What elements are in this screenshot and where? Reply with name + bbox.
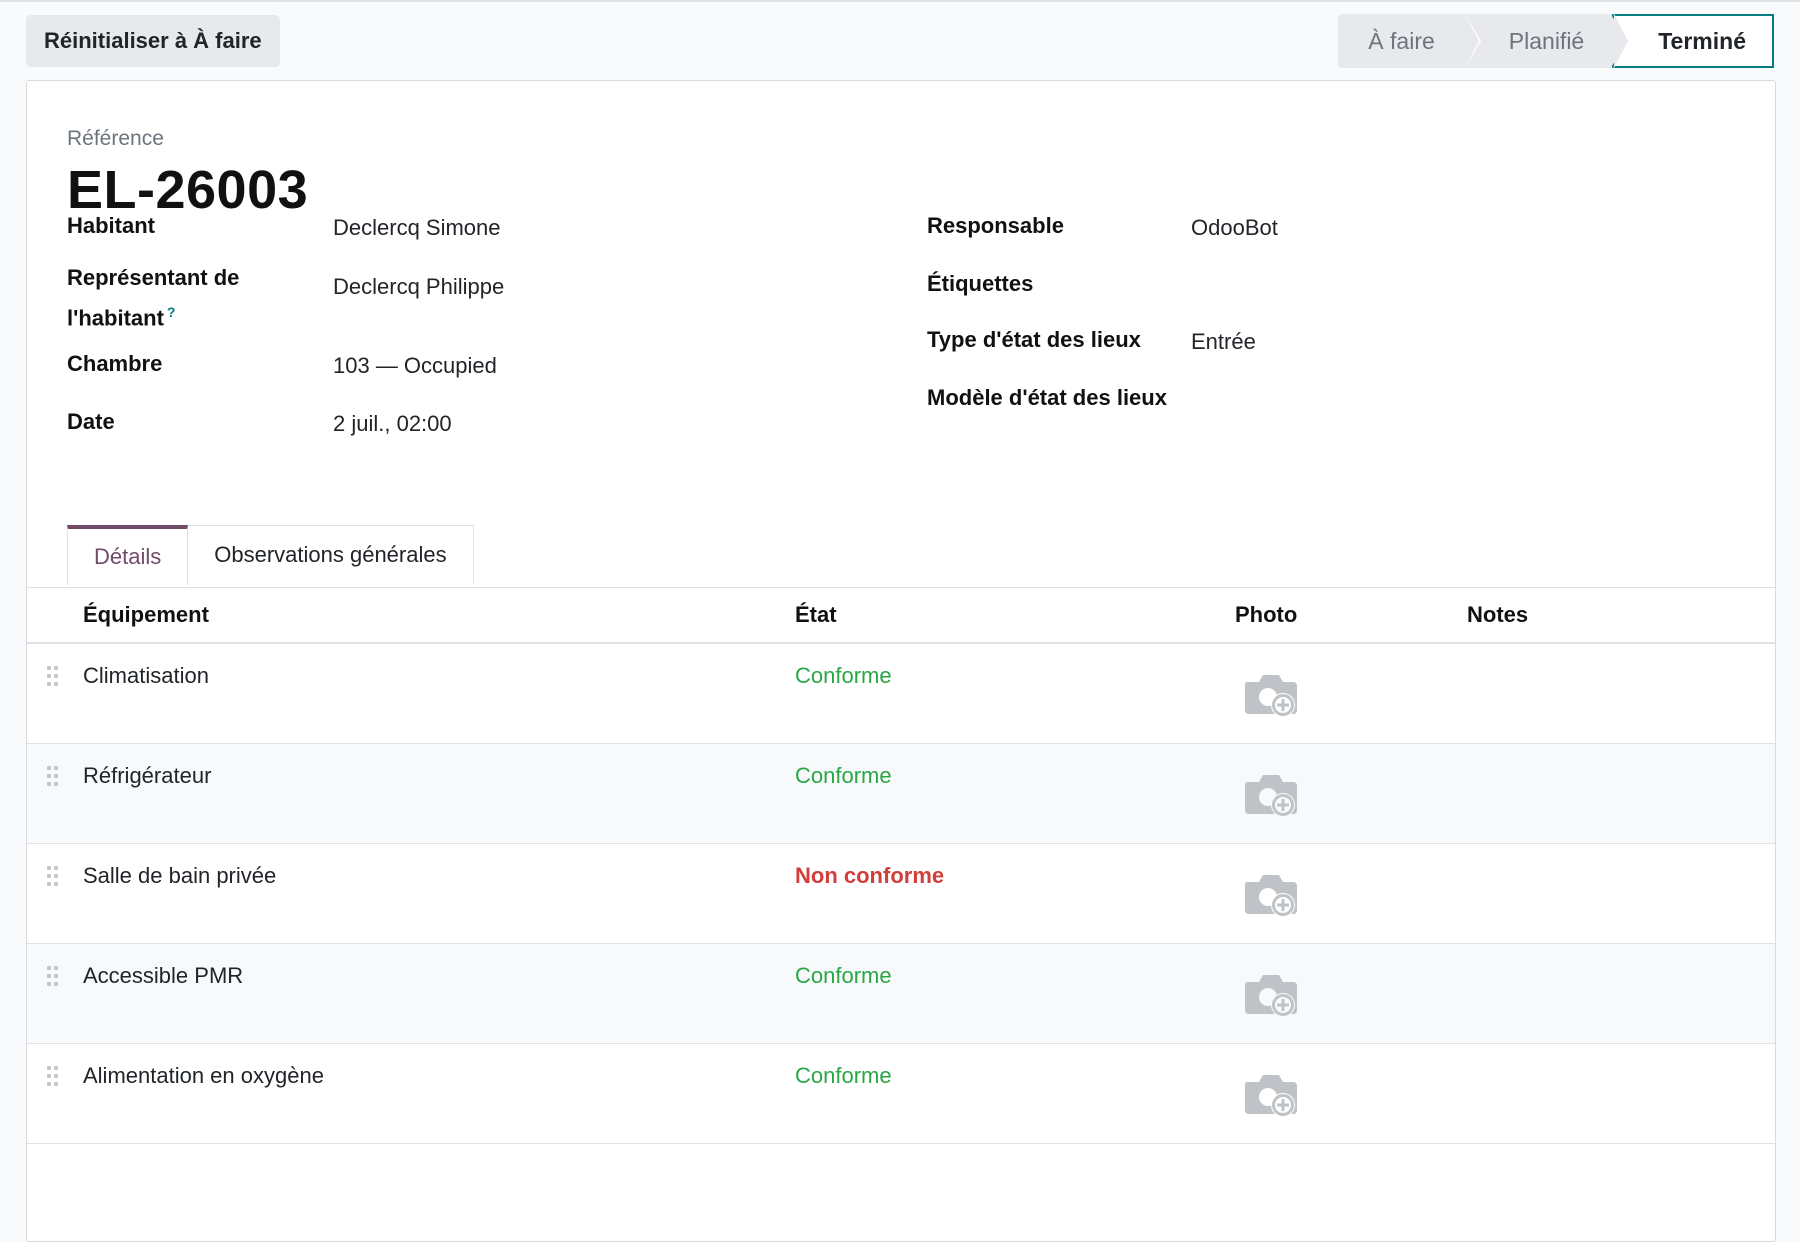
- date-label: Date: [67, 409, 115, 434]
- stage-label: Planifié: [1508, 27, 1585, 54]
- equipement-cell[interactable]: Salle de bain privée: [83, 858, 276, 894]
- equipement-cell[interactable]: Climatisation: [83, 658, 209, 694]
- stage-a-faire[interactable]: À faire: [1338, 14, 1481, 68]
- stage-termine[interactable]: Terminé: [1612, 14, 1774, 68]
- etat-cell[interactable]: Conforme: [795, 758, 892, 794]
- representant-field[interactable]: Declercq Philippe: [333, 270, 504, 304]
- modele-field[interactable]: [1191, 381, 1391, 415]
- etiquettes-field[interactable]: [1191, 267, 1391, 301]
- column-photo[interactable]: Photo: [1235, 588, 1297, 642]
- camera-add-icon[interactable]: [1241, 668, 1301, 720]
- type-field[interactable]: Entrée: [1191, 325, 1256, 359]
- camera-add-icon[interactable]: [1241, 868, 1301, 920]
- drag-handle-icon[interactable]: [47, 866, 59, 888]
- help-tooltip-icon[interactable]: ?: [167, 304, 176, 320]
- stage-label: Terminé: [1658, 27, 1746, 54]
- representant-label-line1: Représentant de: [67, 265, 240, 290]
- tab-observations[interactable]: Observations générales: [188, 525, 474, 584]
- camera-add-icon[interactable]: [1241, 968, 1301, 1020]
- table-header: Équipement État Photo Notes: [27, 588, 1775, 642]
- date-field[interactable]: 2 juil., 02:00: [333, 407, 452, 441]
- notebook-tabs: Détails Observations générales: [67, 525, 474, 585]
- habitant-label: Habitant: [67, 213, 155, 238]
- drag-handle-icon[interactable]: [47, 966, 59, 988]
- reset-to-todo-button[interactable]: Réinitialiser à À faire: [26, 15, 280, 67]
- table-row[interactable]: Accessible PMR Conforme: [27, 944, 1775, 1044]
- stage-planifie[interactable]: Planifié: [1464, 14, 1631, 68]
- status-bar: À faire Planifié Terminé: [1338, 14, 1774, 68]
- equipement-cell[interactable]: Alimentation en oxygène: [83, 1058, 324, 1094]
- responsable-field[interactable]: OdooBot: [1191, 211, 1278, 245]
- modele-label: Modèle d'état des lieux: [927, 385, 1167, 410]
- table-row[interactable]: Réfrigérateur Conforme: [27, 744, 1775, 844]
- responsable-label: Responsable: [927, 213, 1064, 238]
- etat-cell[interactable]: Conforme: [795, 658, 892, 694]
- drag-handle-icon[interactable]: [47, 666, 59, 688]
- drag-handle-icon[interactable]: [47, 1066, 59, 1088]
- representant-label: Représentant de l'habitant?: [67, 261, 239, 335]
- table-row[interactable]: Climatisation Conforme: [27, 644, 1775, 744]
- form-sheet: Référence EL-26003 Habitant Declercq Sim…: [26, 80, 1776, 1242]
- etiquettes-label: Étiquettes: [927, 271, 1034, 296]
- representant-label-line2: l'habitant: [67, 305, 164, 331]
- chambre-field[interactable]: 103 — Occupied: [333, 349, 497, 383]
- equipement-cell[interactable]: Accessible PMR: [83, 958, 243, 994]
- etat-cell[interactable]: Conforme: [795, 958, 892, 994]
- equipement-cell[interactable]: Réfrigérateur: [83, 758, 211, 794]
- top-border: [0, 0, 1800, 2]
- tab-details[interactable]: Détails: [67, 525, 189, 585]
- camera-add-icon[interactable]: [1241, 1068, 1301, 1120]
- chambre-label: Chambre: [67, 351, 163, 376]
- stage-label: À faire: [1368, 27, 1435, 54]
- etat-cell[interactable]: Non conforme: [795, 858, 944, 894]
- etat-cell[interactable]: Conforme: [795, 1058, 892, 1094]
- reference-label: Référence: [67, 127, 164, 150]
- table-row[interactable]: Alimentation en oxygène Conforme: [27, 1044, 1775, 1144]
- column-etat[interactable]: État: [795, 588, 837, 642]
- habitant-field[interactable]: Declercq Simone: [333, 211, 501, 245]
- table-row[interactable]: Salle de bain privée Non conforme: [27, 844, 1775, 944]
- camera-add-icon[interactable]: [1241, 768, 1301, 820]
- column-notes[interactable]: Notes: [1467, 588, 1528, 642]
- column-equipement[interactable]: Équipement: [83, 588, 209, 642]
- drag-handle-icon[interactable]: [47, 766, 59, 788]
- type-label: Type d'état des lieux: [927, 327, 1141, 352]
